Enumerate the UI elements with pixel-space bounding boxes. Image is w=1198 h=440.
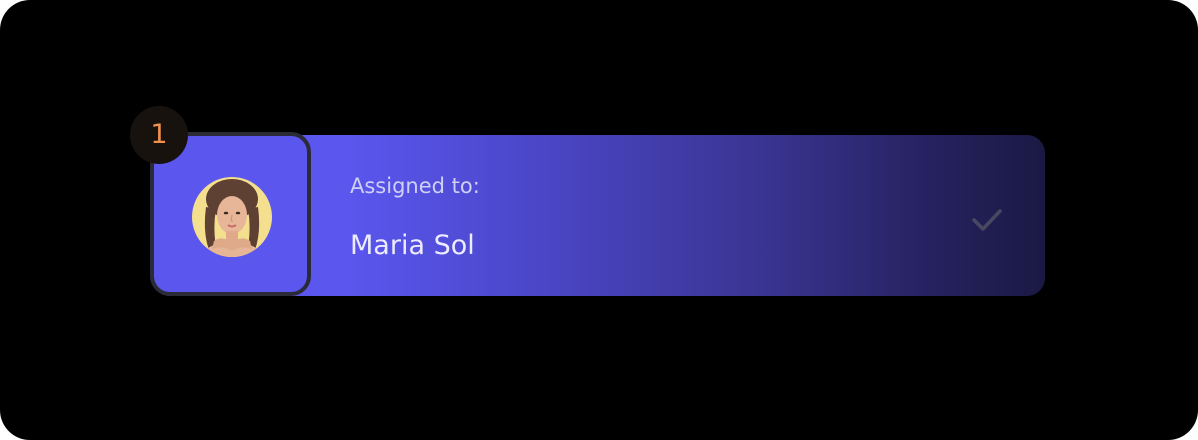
avatar: [192, 177, 272, 257]
step-number-badge: 1: [130, 106, 188, 164]
canvas-background: 1 Assigned to: Maria Sol: [0, 0, 1198, 440]
check-icon[interactable]: [970, 205, 1004, 235]
assignee-name: Maria Sol: [350, 230, 475, 261]
avatar-photo: [192, 177, 272, 257]
assigned-to-label: Assigned to:: [350, 174, 480, 198]
